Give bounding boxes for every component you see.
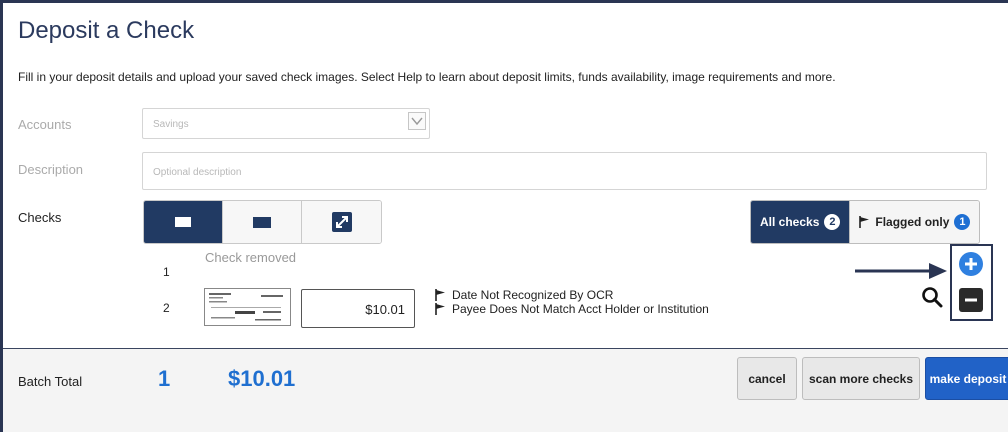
description-input[interactable]: Optional description xyxy=(142,152,987,190)
amount-field[interactable]: $10.01 xyxy=(301,289,415,328)
filter-flagged-label: Flagged only xyxy=(875,215,950,229)
description-label: Description xyxy=(18,162,84,177)
flag-icon xyxy=(859,216,870,228)
cancel-button[interactable]: cancel xyxy=(737,357,797,400)
view-toggle xyxy=(143,200,382,244)
checks-label: Checks xyxy=(18,210,62,225)
page-title: Deposit a Check xyxy=(18,17,195,44)
all-count-badge: 2 xyxy=(824,214,841,230)
flag-text: Date Not Recognized By OCR xyxy=(452,288,614,302)
flag-item: Payee Does Not Match Acct Holder or Inst… xyxy=(435,302,709,316)
batch-total-amount: $10.01 xyxy=(228,366,296,391)
accounts-value: Savings xyxy=(153,119,189,130)
small-card-icon xyxy=(175,217,191,227)
filter-flagged-only[interactable]: Flagged only 1 xyxy=(849,201,980,243)
batch-footer: Batch Total 1 $10.01 cancel scan more ch… xyxy=(3,349,1008,432)
accounts-label: Accounts xyxy=(18,117,72,132)
large-card-icon xyxy=(253,216,271,228)
flag-icon xyxy=(435,289,445,301)
view-grid-button[interactable] xyxy=(223,201,302,243)
intro-text: Fill in your deposit details and upload … xyxy=(18,70,836,84)
flag-icon xyxy=(435,303,445,315)
flag-text: Payee Does Not Match Acct Holder or Inst… xyxy=(452,302,709,316)
check-thumbnail[interactable] xyxy=(204,288,291,326)
row-status: Check removed xyxy=(205,250,297,265)
filter-all-label: All checks xyxy=(760,215,820,229)
batch-total-label: Batch Total xyxy=(18,374,83,389)
flagged-count-badge: 1 xyxy=(954,214,971,230)
minus-icon[interactable] xyxy=(959,288,983,312)
chevron-down-icon[interactable] xyxy=(408,112,426,130)
search-icon[interactable] xyxy=(921,286,943,308)
view-list-button[interactable] xyxy=(144,201,223,243)
flag-list: Date Not Recognized By OCR Payee Does No… xyxy=(435,288,709,316)
arrow-right-icon xyxy=(855,263,947,279)
description-placeholder: Optional description xyxy=(153,167,242,178)
view-expand-button[interactable] xyxy=(302,201,381,243)
amount-value: $10.01 xyxy=(365,302,405,317)
row-number: 2 xyxy=(163,301,170,315)
scan-more-checks-button[interactable]: scan more checks xyxy=(802,357,920,400)
expand-icon xyxy=(331,212,352,232)
plus-icon[interactable] xyxy=(959,252,983,276)
batch-count: 1 xyxy=(158,366,171,391)
add-remove-controls xyxy=(950,244,993,321)
deposit-check-panel: Deposit a Check Fill in your deposit det… xyxy=(0,0,1008,432)
row-number: 1 xyxy=(163,265,170,279)
make-deposit-button[interactable]: make deposit xyxy=(925,357,1008,400)
accounts-select[interactable]: Savings xyxy=(142,108,430,139)
filter-all-checks[interactable]: All checks 2 xyxy=(751,201,850,243)
check-filter: All checks 2 Flagged only 1 xyxy=(750,200,981,244)
flag-item: Date Not Recognized By OCR xyxy=(435,288,709,302)
